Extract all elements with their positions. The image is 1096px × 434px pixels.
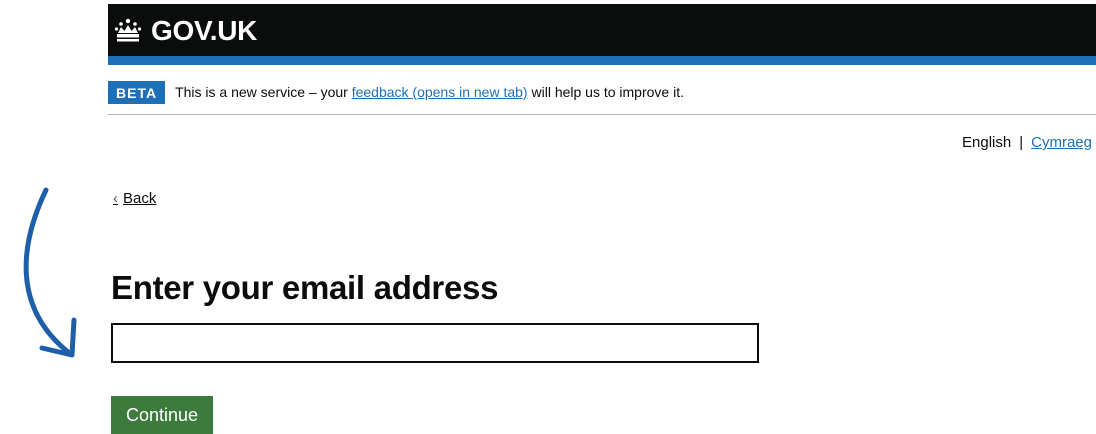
continue-button[interactable]: Continue xyxy=(111,396,213,434)
phase-text-after: will help us to improve it. xyxy=(527,84,684,100)
phase-text-before: This is a new service – your xyxy=(175,84,352,100)
chevron-left-icon: ‹ xyxy=(113,190,118,207)
language-toggle: English | Cymraeg xyxy=(962,134,1092,152)
page-title: Enter your email address xyxy=(111,269,499,306)
logo-text: GOV.UK xyxy=(151,15,258,46)
feedback-link[interactable]: feedback (opens in new tab) xyxy=(352,84,528,100)
beta-tag: BETA xyxy=(108,81,166,104)
language-separator: | xyxy=(1019,134,1024,151)
govuk-logo-link[interactable]: GOV.UK xyxy=(113,13,257,49)
language-current: English xyxy=(962,134,1012,151)
header-accent-bar xyxy=(108,56,1096,65)
phase-banner: BETA This is a new service – your feedba… xyxy=(108,76,1096,115)
phase-banner-text: This is a new service – your feedback (o… xyxy=(175,83,684,101)
page: GOV.UK BETA This is a new service – your… xyxy=(0,0,1096,434)
back-link[interactable]: ‹ Back xyxy=(113,190,156,208)
crown-icon xyxy=(114,18,142,42)
back-link-label: Back xyxy=(123,190,157,207)
email-field[interactable] xyxy=(111,323,759,363)
language-link-cymraeg[interactable]: Cymraeg xyxy=(1031,134,1092,152)
curved-arrow-icon xyxy=(23,187,77,358)
